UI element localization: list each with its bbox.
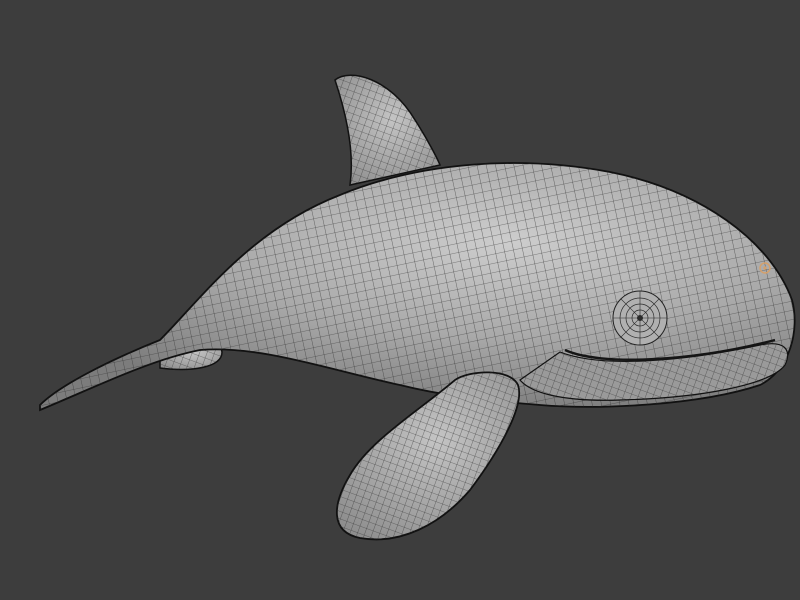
dorsal-fin[interactable] <box>334 74 442 186</box>
eye[interactable] <box>612 290 668 346</box>
viewport-canvas[interactable] <box>0 0 800 600</box>
near-pectoral-fin[interactable] <box>336 371 520 541</box>
3d-viewport[interactable] <box>0 0 800 600</box>
